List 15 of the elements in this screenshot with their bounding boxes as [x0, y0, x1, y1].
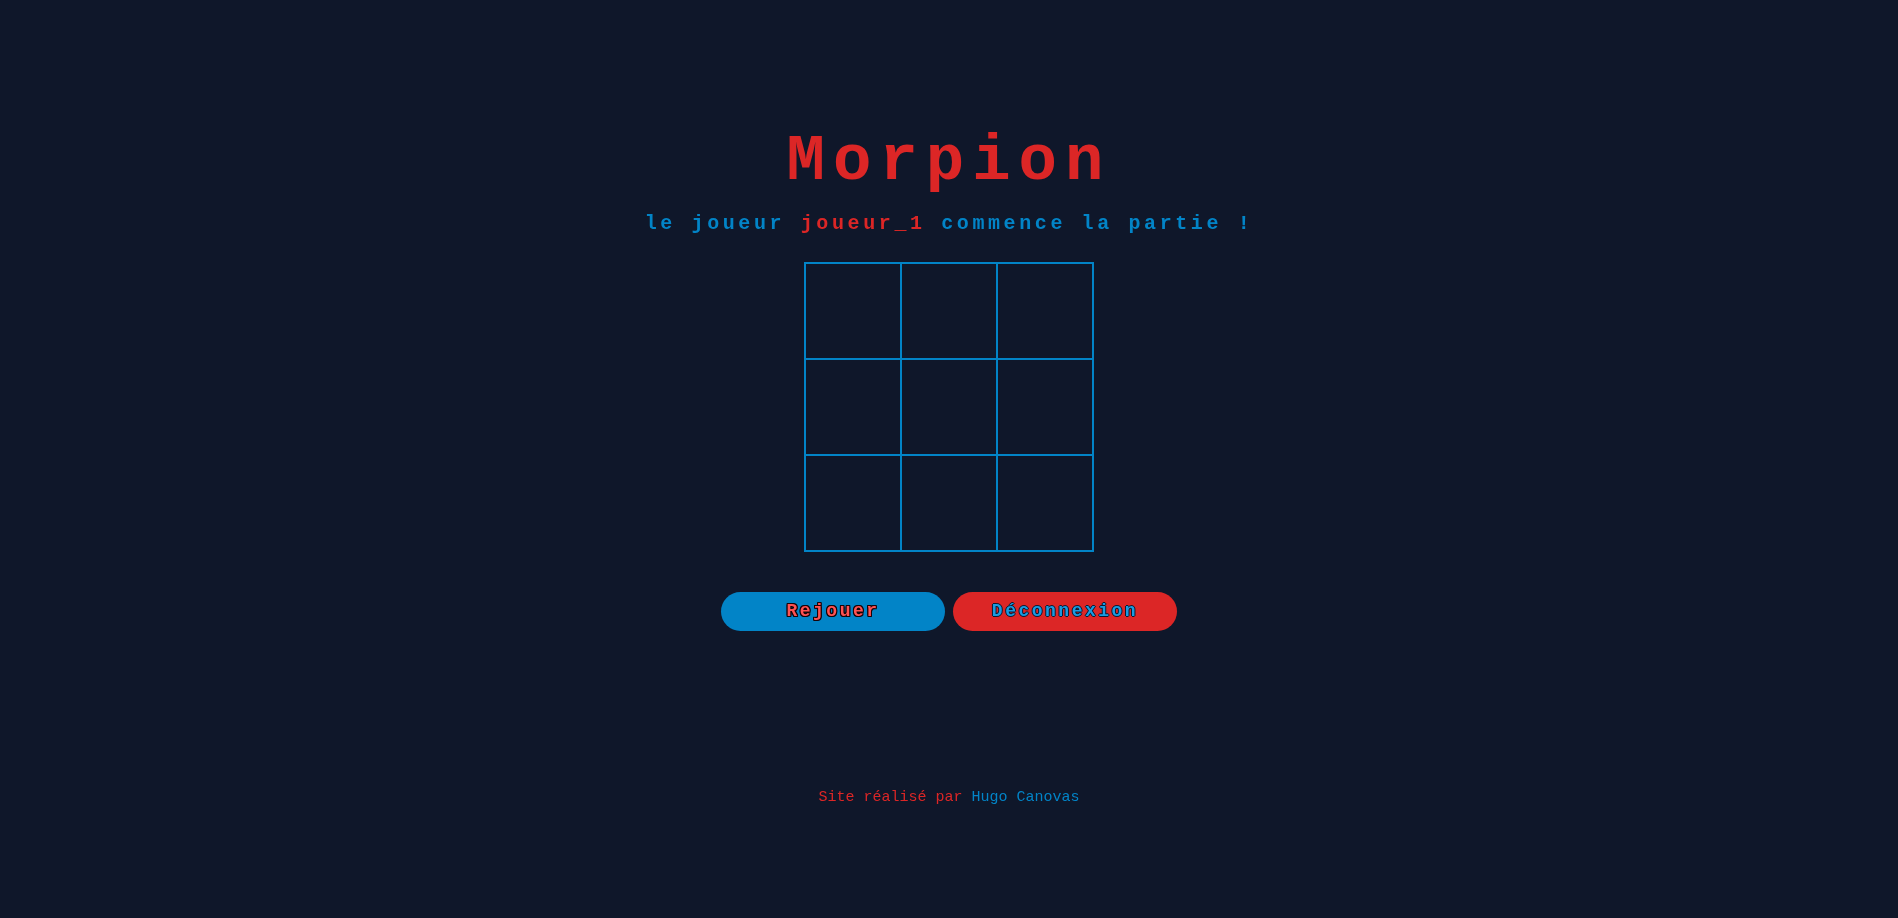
logout-button[interactable]: Déconnexion — [953, 592, 1177, 631]
author-link[interactable]: Hugo Canovas — [971, 788, 1080, 808]
board-cell[interactable] — [998, 360, 1092, 454]
board-cell[interactable] — [806, 360, 900, 454]
page-title: Morpion — [786, 130, 1112, 194]
board-cell[interactable] — [998, 456, 1092, 550]
replay-button[interactable]: Rejouer — [721, 592, 945, 631]
board-cell[interactable] — [998, 264, 1092, 358]
turn-message: le joueur joueur_1 commence la partie ! — [644, 214, 1254, 234]
board-cell[interactable] — [902, 264, 996, 358]
credit-text: Site réalisé par — [818, 788, 963, 808]
board-cell[interactable] — [902, 360, 996, 454]
board-cell[interactable] — [806, 456, 900, 550]
board-cell[interactable] — [806, 264, 900, 358]
board-cell[interactable] — [902, 456, 996, 550]
